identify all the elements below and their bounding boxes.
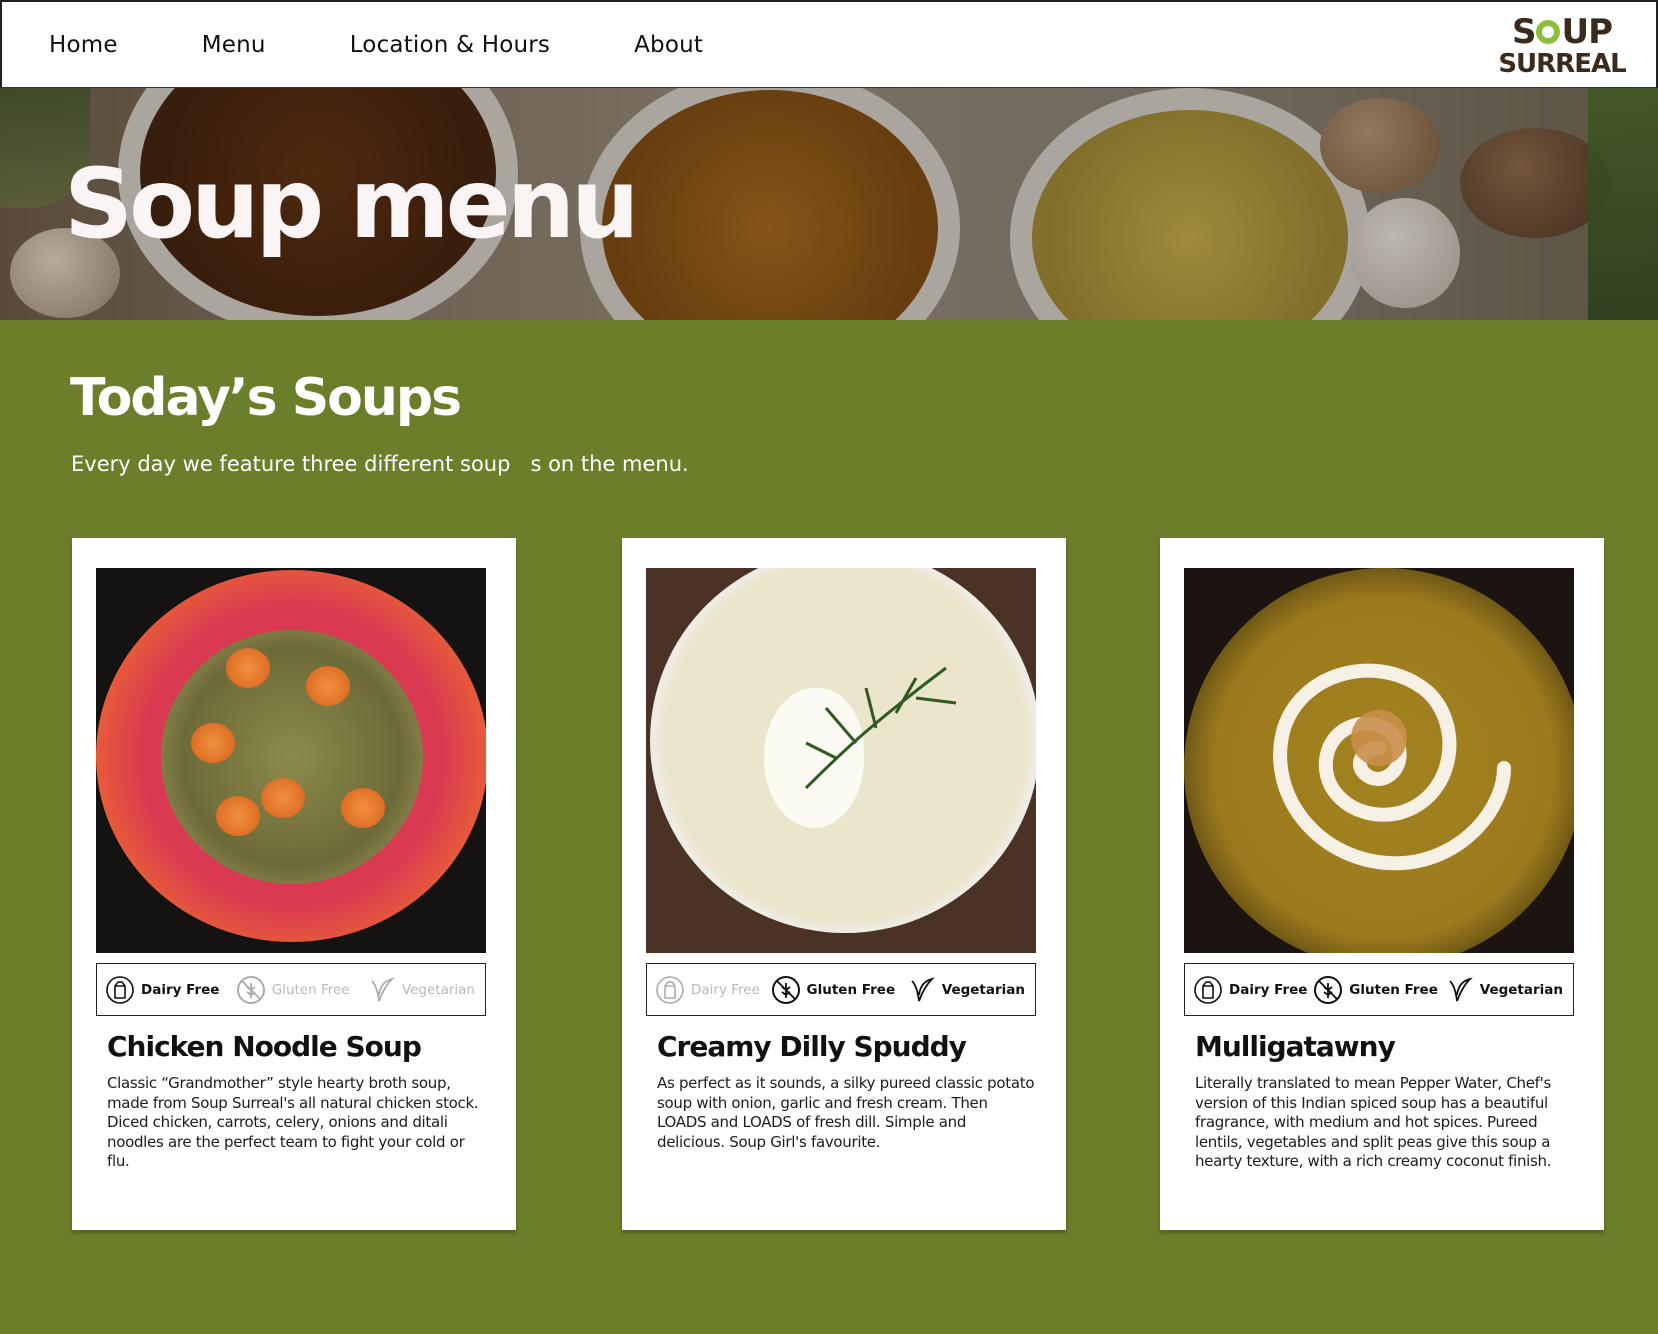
soup-photo: [646, 568, 1036, 953]
no-wheat-icon: [236, 975, 265, 1004]
soup-name: Chicken Noodle Soup: [107, 1030, 422, 1063]
dietary-tags: Dairy Free Gluten Free Vegetarian: [96, 963, 486, 1016]
leaf-icon: [911, 976, 935, 1001]
soup-card-chicken-noodle: Dairy Free Gluten Free Vegetarian Chicke…: [72, 538, 516, 1230]
tag-dairy-free: Dairy Free: [1193, 975, 1307, 1005]
tag-label: Gluten Free: [806, 981, 896, 998]
soup-description: As perfect as it sounds, a silky pureed …: [657, 1074, 1035, 1151]
hero-banner: Soup menu: [0, 88, 1658, 320]
cream-swirl: [1273, 663, 1511, 871]
soup-name: Creamy Dilly Spuddy: [657, 1030, 967, 1063]
tag-dairy-free: Dairy Free: [655, 975, 760, 1005]
soup-description: Literally translated to mean Pepper Wate…: [1195, 1074, 1552, 1170]
page-title: Soup menu: [64, 148, 639, 260]
nav-link-home[interactable]: Home: [49, 32, 118, 58]
dill-garnish: [804, 666, 957, 790]
milk-carton-icon: [656, 975, 684, 1004]
milk-carton-icon: [106, 975, 134, 1004]
tag-label: Gluten Free: [271, 981, 350, 998]
tag-label: Dairy Free: [691, 981, 760, 998]
section-title: Today’s Soups: [70, 368, 462, 428]
tag-gluten-free: Gluten Free: [1313, 975, 1438, 1005]
logo-surreal-text: SURREAL: [1498, 49, 1626, 79]
soup-card-creamy-dilly-spuddy: Dairy Free Gluten Free Vegetarian Creamy…: [622, 538, 1066, 1230]
soup-surreal-logo[interactable]: S UP SURREAL: [1498, 14, 1626, 78]
leaf-icon: [371, 976, 395, 1001]
nav-link-menu[interactable]: Menu: [202, 32, 266, 58]
nav-link-location-hours[interactable]: Location & Hours: [350, 32, 550, 58]
tag-vegetarian: Vegetarian: [366, 975, 475, 1005]
logo-soup-text: S UP: [1511, 12, 1613, 52]
tag-label: Gluten Free: [1349, 981, 1438, 998]
milk-carton-icon: [1194, 975, 1222, 1004]
tag-dairy-free: Dairy Free: [105, 975, 219, 1005]
soup-card-mulligatawny: Dairy Free Gluten Free Vegetarian Mullig…: [1160, 538, 1604, 1230]
soup-name: Mulligatawny: [1195, 1030, 1396, 1063]
section-subtitle: Every day we feature three different sou…: [71, 452, 689, 476]
carrot-slice: [226, 648, 270, 688]
carrot-slice: [261, 778, 305, 818]
carrot-slice: [341, 788, 385, 828]
no-wheat-icon: [771, 975, 800, 1004]
tag-gluten-free: Gluten Free: [236, 975, 350, 1005]
tag-label: Vegetarian: [941, 981, 1025, 998]
nav-link-about[interactable]: About: [634, 32, 703, 58]
no-wheat-icon: [1314, 975, 1343, 1004]
tag-vegetarian: Vegetarian: [906, 975, 1025, 1005]
tag-label: Vegetarian: [401, 981, 475, 998]
carrot-slice: [216, 796, 260, 836]
tag-label: Dairy Free: [1229, 981, 1308, 998]
carrot-slice: [191, 723, 235, 763]
top-navigation: Home Menu Location & Hours About S UP SUR…: [0, 0, 1658, 88]
soup-photo: [1184, 568, 1574, 953]
tag-vegetarian: Vegetarian: [1444, 975, 1563, 1005]
soup-description: Classic “Grandmother” style hearty broth…: [107, 1074, 479, 1170]
nav-links: Home Menu Location & Hours About: [49, 32, 787, 58]
tag-label: Dairy Free: [141, 981, 220, 998]
logo-o-circle: [1536, 20, 1561, 44]
carrot-slice: [306, 666, 350, 706]
leaf-icon: [1449, 976, 1473, 1001]
dietary-tags: Dairy Free Gluten Free Vegetarian: [1184, 963, 1574, 1016]
tag-gluten-free: Gluten Free: [771, 975, 896, 1005]
tag-label: Vegetarian: [1479, 981, 1563, 998]
dietary-tags: Dairy Free Gluten Free Vegetarian: [646, 963, 1036, 1016]
soup-photo: [96, 568, 486, 953]
